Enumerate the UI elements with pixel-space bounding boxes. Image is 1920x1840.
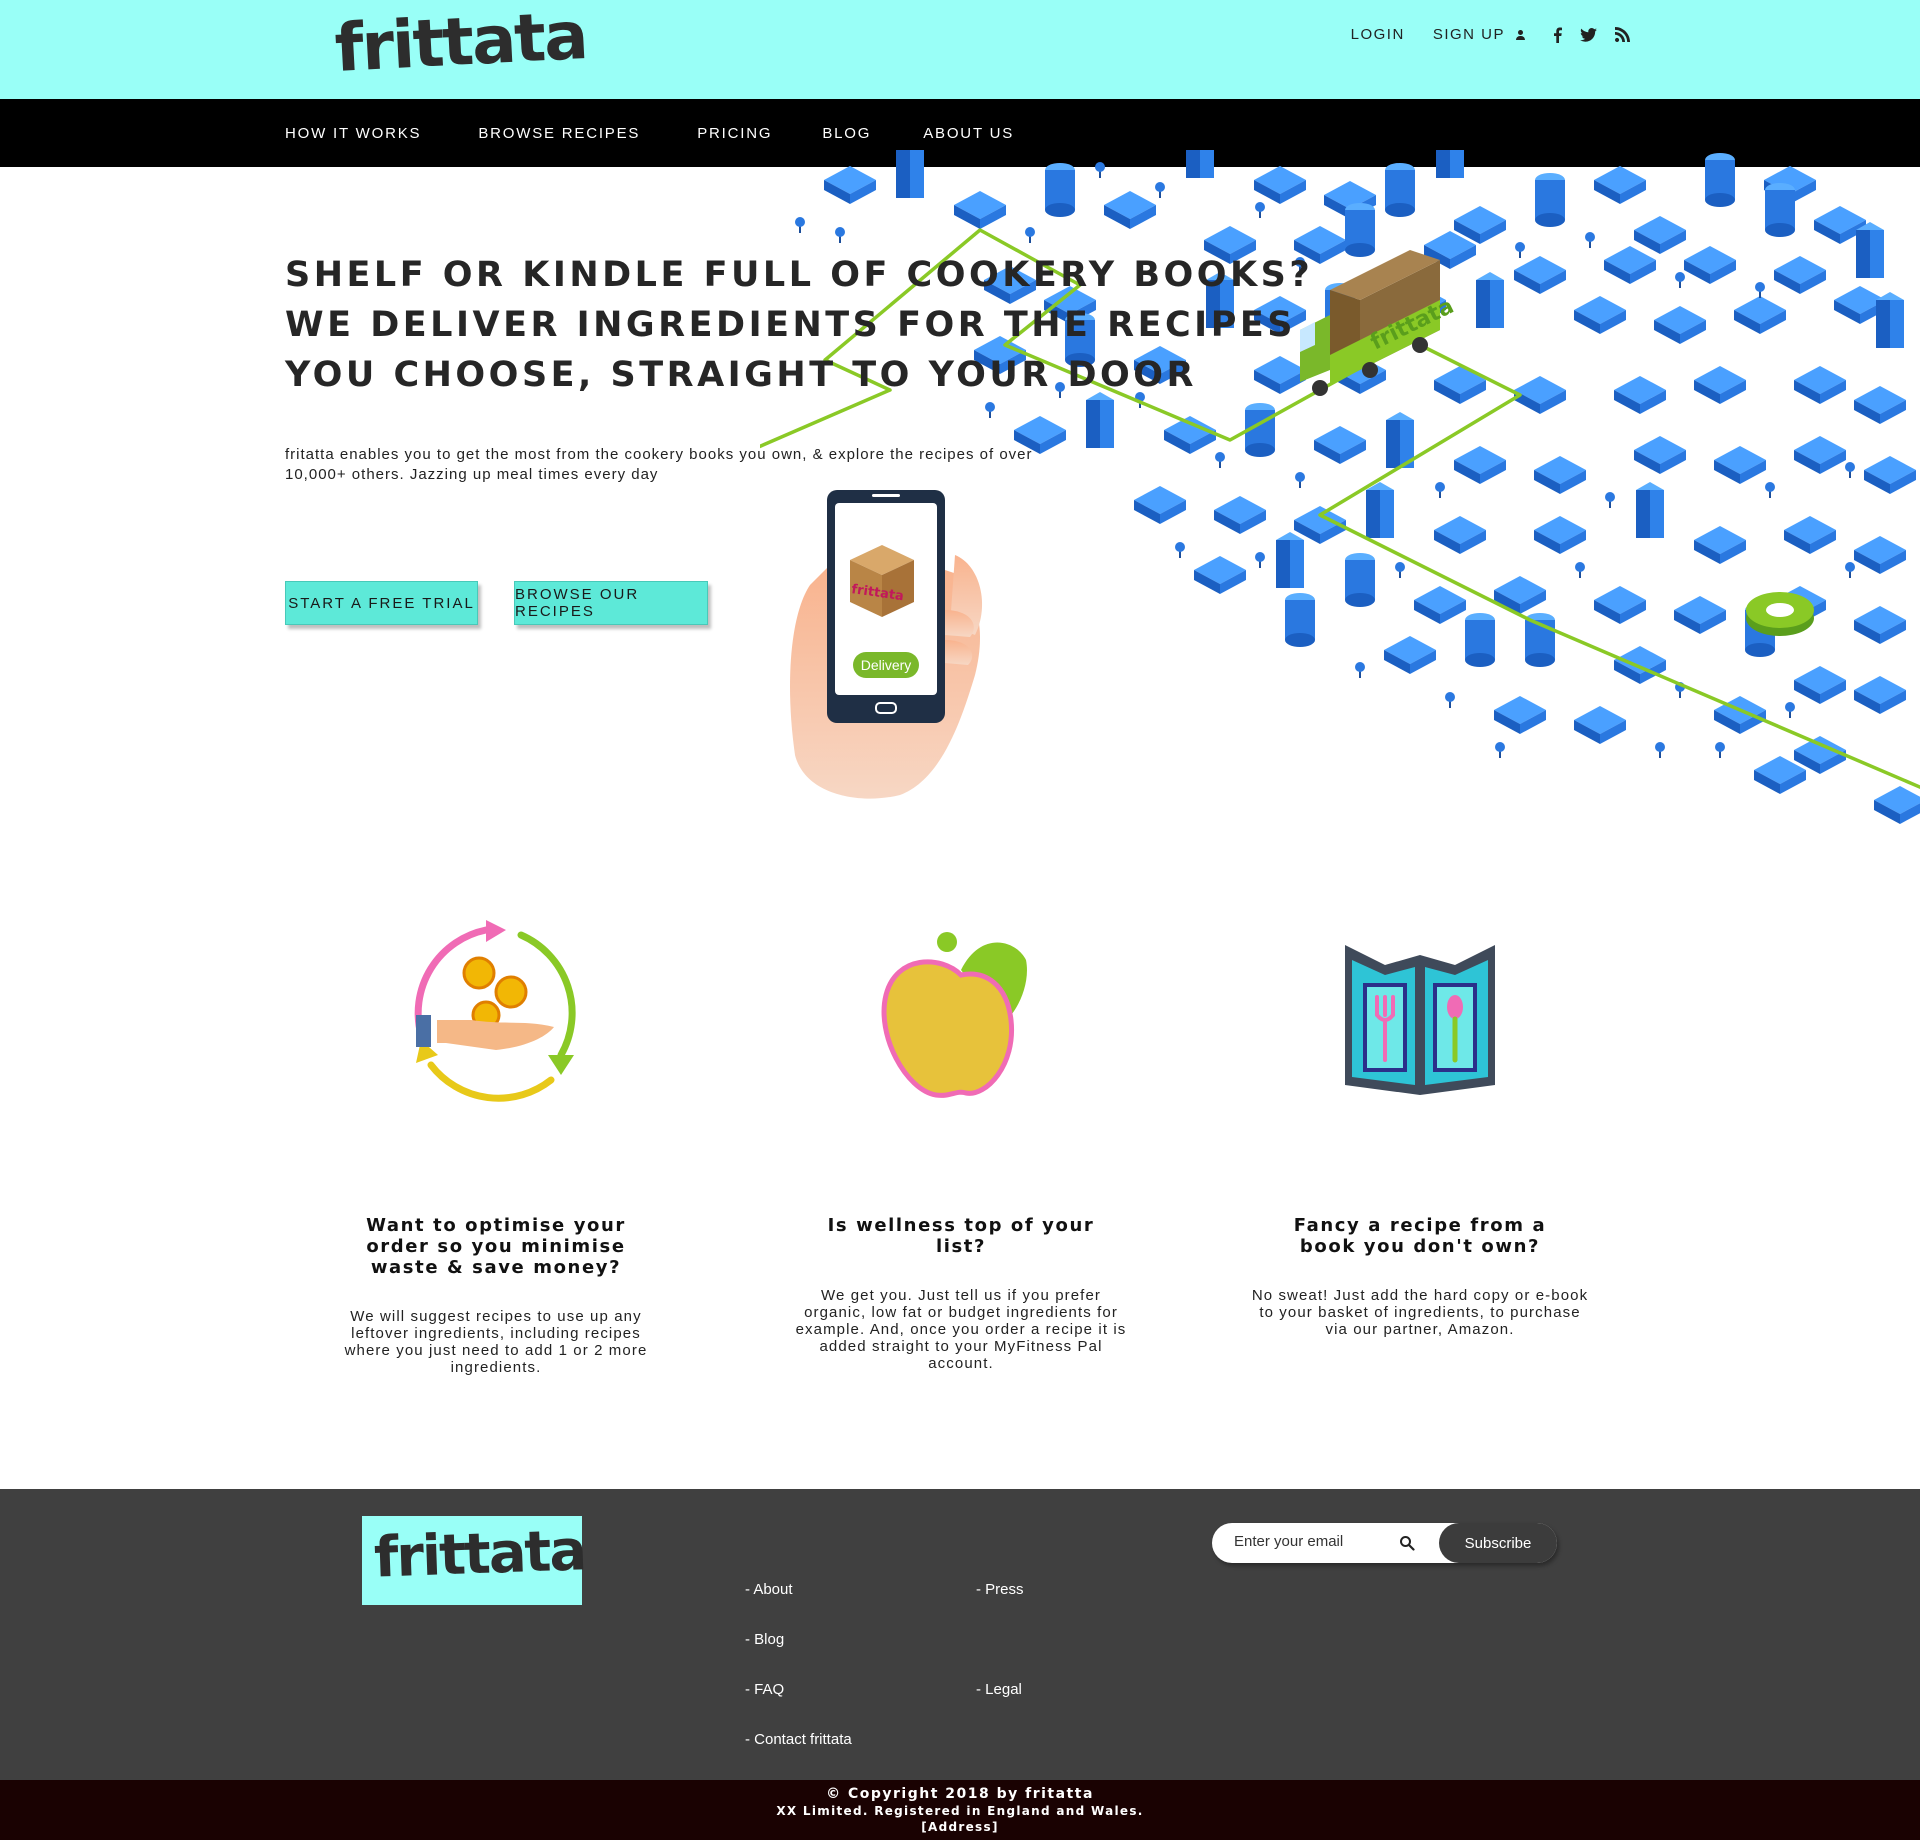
signup-link[interactable]: SIGN UP (1433, 26, 1525, 43)
nav-pricing[interactable]: PRICING (697, 125, 772, 142)
copyright-text: © Copyright 2018 by fritatta (826, 1786, 1094, 1802)
feature-text-recipe-book: No sweat! Just add the hard copy or e-bo… (1251, 1287, 1589, 1338)
account-links: LOGIN SIGN UP (1351, 26, 1630, 43)
destination-marker (1746, 592, 1814, 636)
feature-title-wellness: Is wellness top of your list? (827, 1215, 1095, 1257)
feature-wellness: Is wellness top of your list? We get you… (781, 915, 1141, 1372)
hero-subtitle: fritatta enables you to get the most fro… (285, 446, 1033, 483)
feature-title-recipe-book: Fancy a recipe from a book you don't own… (1293, 1215, 1547, 1257)
feature-text-save-money: We will suggest recipes to use up any le… (344, 1308, 648, 1376)
hero-headline: SHELF OR KINDLE FULL OF COOKERY BOOKS? W… (285, 250, 1314, 400)
login-link[interactable]: LOGIN (1351, 26, 1405, 43)
nav-blog[interactable]: BLOG (822, 125, 871, 142)
address-text: [Address] (921, 1820, 999, 1834)
footer-link-contact[interactable]: - Contact frittata (745, 1731, 852, 1748)
hero-headline-line-3: YOU CHOOSE, STRAIGHT TO YOUR DOOR (285, 355, 1197, 395)
registered-text: XX Limited. Registered in England and Wa… (776, 1804, 1144, 1818)
footer-link-about[interactable]: - About (745, 1581, 793, 1598)
footer-link-press[interactable]: - Press (976, 1581, 1024, 1598)
copyright-bar: © Copyright 2018 by fritatta XX Limited.… (0, 1780, 1920, 1840)
social-links (1553, 27, 1630, 43)
feature-save-money: Want to optimise your order so you minim… (316, 915, 676, 1376)
twitter-icon[interactable] (1580, 27, 1597, 42)
browse-recipes-button[interactable]: BROWSE OUR RECIPES (514, 581, 708, 625)
footer-link-faq[interactable]: - FAQ (745, 1681, 784, 1698)
package-icon: frittata (850, 545, 914, 617)
user-icon (1515, 29, 1525, 40)
phone-in-hand-illustration: frittata Delivery (790, 490, 983, 799)
delivery-button-label: Delivery (861, 657, 912, 673)
footer-logo-box[interactable]: frittata (362, 1516, 586, 1605)
newsletter-form: Subscribe (1212, 1523, 1557, 1563)
footer-logo: frittata (372, 1518, 587, 1591)
search-icon[interactable] (1399, 1535, 1415, 1551)
feature-recipe-book: Fancy a recipe from a book you don't own… (1240, 915, 1600, 1338)
rss-icon[interactable] (1615, 27, 1630, 42)
footer: frittata - About - Press - Blog - FAQ - … (0, 1489, 1920, 1780)
recipe-book-icon (1345, 945, 1495, 1095)
facebook-icon[interactable] (1553, 27, 1562, 43)
nav-about-us[interactable]: ABOUT US (923, 125, 1014, 142)
hero-headline-line-2: WE DELIVER INGREDIENTS FOR THE RECIPES (285, 305, 1296, 345)
nav-how-it-works[interactable]: HOW IT WORKS (285, 125, 421, 142)
start-free-trial-button[interactable]: START A FREE TRIAL (285, 581, 478, 625)
feature-title-save-money: Want to optimise your order so you minim… (366, 1215, 626, 1278)
footer-link-blog[interactable]: - Blog (745, 1631, 784, 1648)
top-bar: frittata LOGIN SIGN UP (0, 0, 1920, 99)
footer-link-legal[interactable]: - Legal (976, 1681, 1022, 1698)
feature-text-wellness: We get you. Just tell us if you prefer o… (795, 1287, 1127, 1372)
nav-browse-recipes[interactable]: BROWSE RECIPES (478, 125, 640, 142)
signup-label: SIGN UP (1432, 26, 1505, 43)
subscribe-button[interactable]: Subscribe (1439, 1523, 1557, 1563)
site-logo[interactable]: frittata (333, 0, 588, 87)
email-input[interactable] (1234, 1533, 1384, 1550)
money-cycle-icon (414, 920, 576, 1102)
hero-headline-line-1: SHELF OR KINDLE FULL OF COOKERY BOOKS? (285, 255, 1314, 295)
apple-icon (881, 932, 1027, 1098)
